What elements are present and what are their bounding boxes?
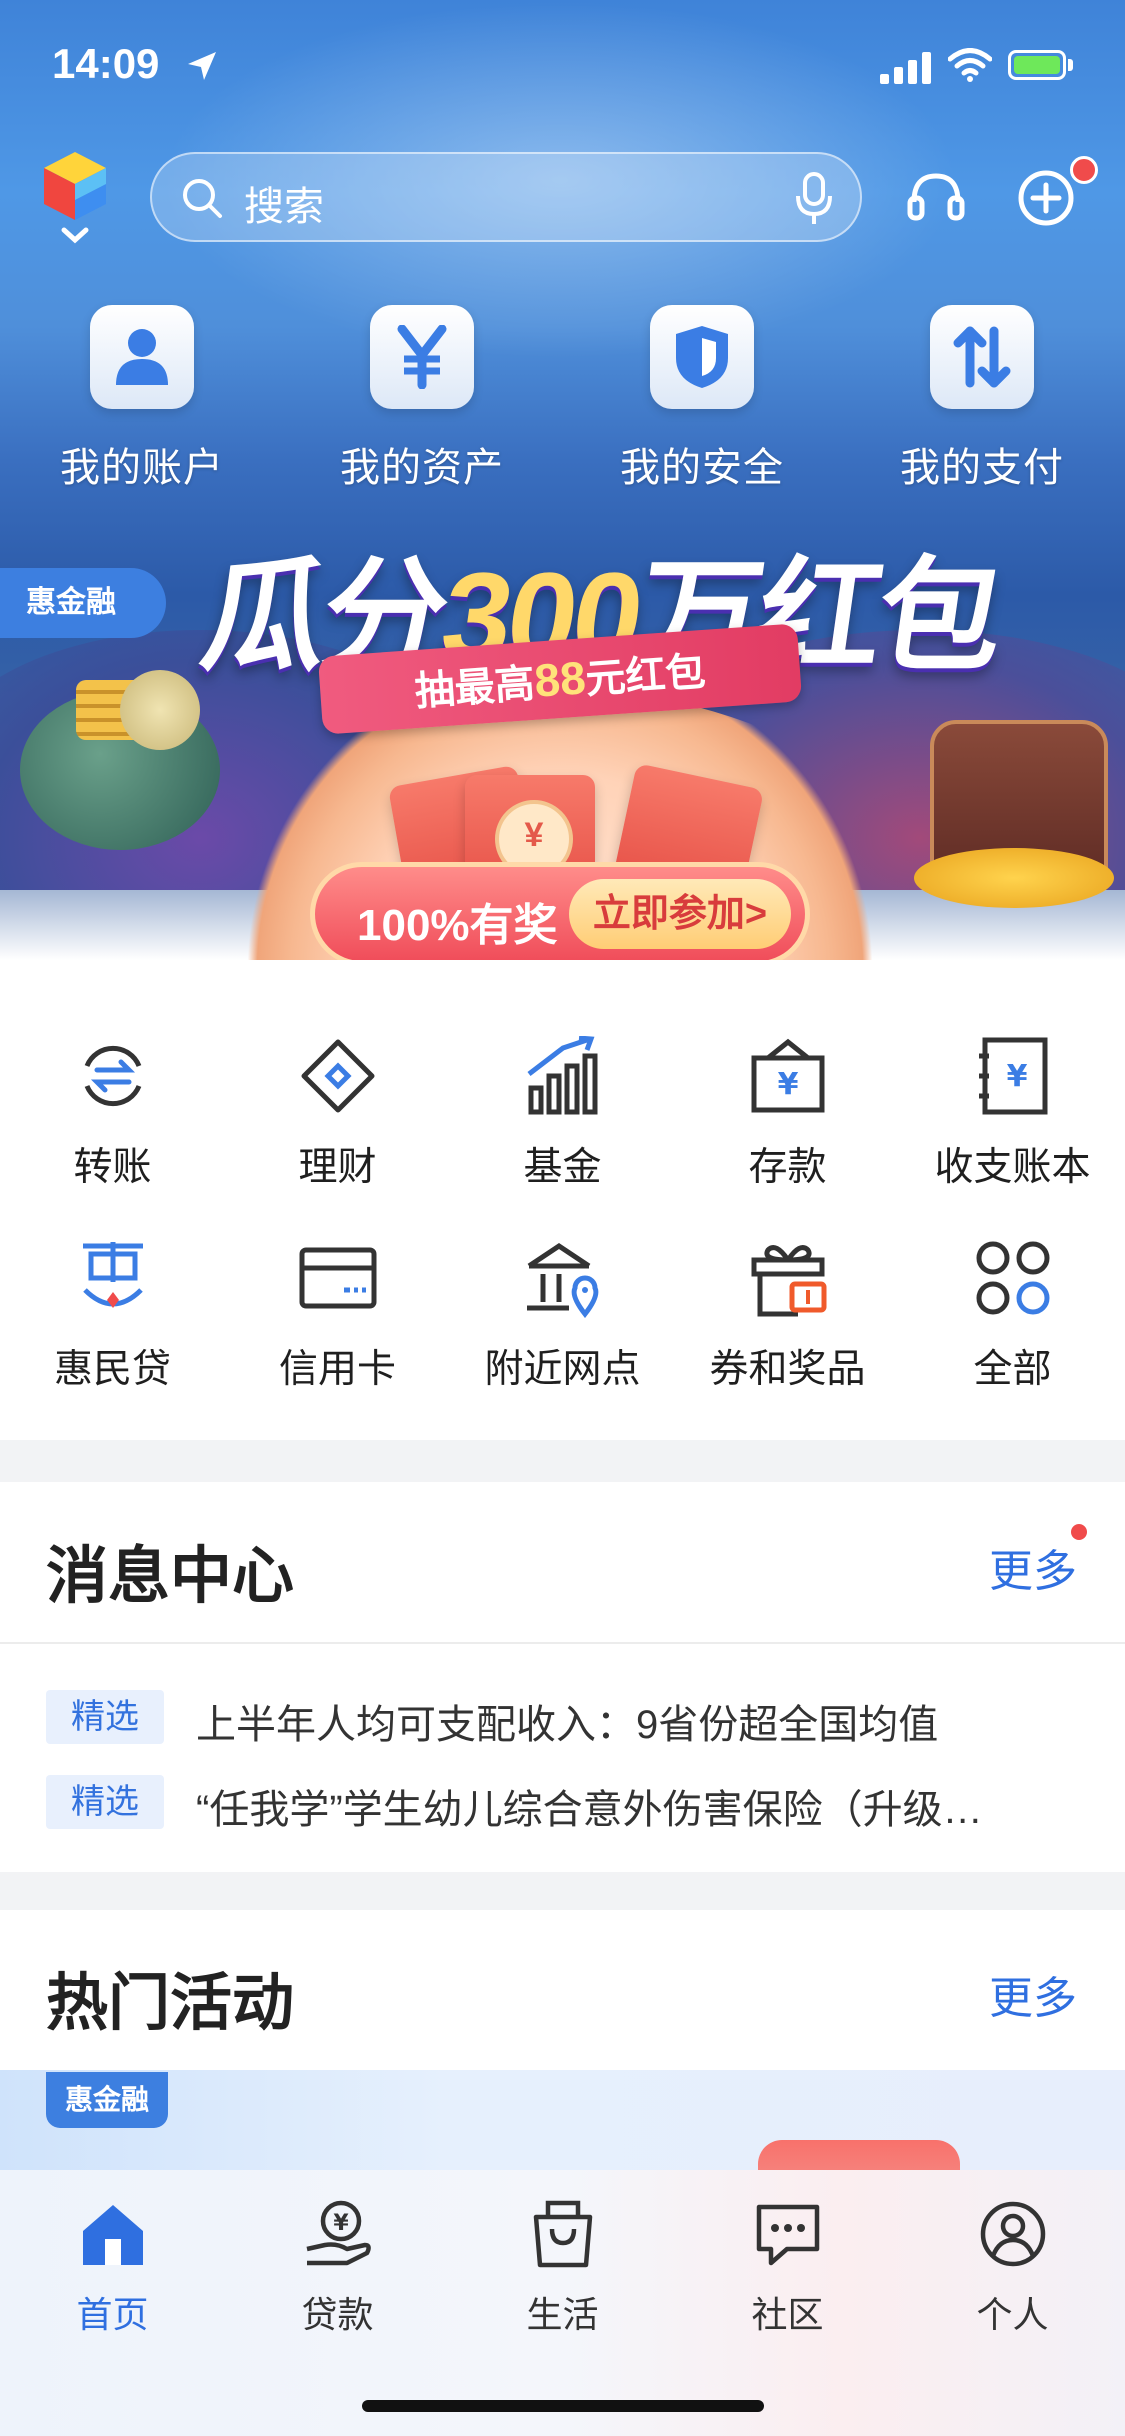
- activities-more-link[interactable]: 更多: [989, 1962, 1077, 2026]
- hot-activities-title: 热门活动: [46, 1969, 295, 2038]
- battery-tip: [1068, 59, 1073, 71]
- status-bar: 14:09: [0, 0, 1125, 140]
- fn-wealth[interactable]: 理财: [225, 1030, 450, 1192]
- svg-text:¥: ¥: [1006, 1059, 1027, 1094]
- message-text: 上半年人均可支配收入：9省份超全国均值: [196, 1703, 939, 1747]
- featured-tag: 精选: [46, 1690, 164, 1744]
- fn-coupons-prizes[interactable]: 券和奖品: [675, 1232, 900, 1394]
- customer-service-headset-icon[interactable]: [906, 168, 966, 228]
- svg-text:¥: ¥: [333, 2211, 349, 2236]
- ledger-icon: ¥: [900, 1030, 1125, 1116]
- coin-illustration: [120, 670, 200, 750]
- quick-label: 我的账户: [60, 446, 224, 490]
- ribbon-text-a: 抽最高: [413, 661, 537, 715]
- treasure-chest-illustration: [914, 720, 1114, 908]
- tab-label: 个人: [976, 2294, 1049, 2335]
- app-logo-icon[interactable]: [40, 150, 110, 250]
- search-bar[interactable]: 搜索: [150, 152, 862, 242]
- fn-label: 全部: [973, 1348, 1052, 1391]
- message-more-link[interactable]: 更多: [989, 1535, 1077, 1599]
- activity-brand-tag: 惠金融: [46, 2072, 168, 2128]
- search-icon: [183, 179, 222, 218]
- prize-text: 100%有奖: [357, 901, 558, 950]
- fn-all[interactable]: 全部: [900, 1232, 1125, 1394]
- gift-icon: [675, 1232, 900, 1318]
- quick-label: 我的支付: [900, 446, 1064, 490]
- tab-label: 社区: [751, 2294, 824, 2335]
- tab-label: 生活: [526, 2294, 599, 2335]
- tab-community[interactable]: 社区: [675, 2196, 900, 2338]
- fn-label: 基金: [523, 1146, 602, 1189]
- divider: [0, 1642, 1125, 1644]
- message-item[interactable]: 精选 “任我学”学生幼儿综合意外伤害保险（升级…: [46, 1775, 1086, 1832]
- fn-label: 惠民贷: [53, 1348, 171, 1391]
- tab-life[interactable]: 生活: [450, 2196, 675, 2338]
- wifi-icon: [948, 48, 992, 82]
- tab-label: 贷款: [301, 2294, 374, 2335]
- clock: 14:09: [52, 40, 160, 87]
- message-center-title: 消息中心: [46, 1542, 295, 1611]
- bank-location-icon: [450, 1232, 675, 1318]
- quick-label: 我的安全: [620, 446, 784, 490]
- fn-label: 收支账本: [934, 1146, 1091, 1189]
- transfer-arrows-icon: [930, 305, 1034, 409]
- fn-deposit[interactable]: ¥ 存款: [675, 1030, 900, 1192]
- join-now-button[interactable]: 立即参加>: [569, 879, 791, 949]
- fn-label: 券和奖品: [709, 1348, 866, 1391]
- message-item[interactable]: 精选 上半年人均可支配收入：9省份超全国均值: [46, 1690, 1086, 1747]
- search-placeholder: 搜索: [244, 185, 324, 229]
- fn-label: 附近网点: [484, 1348, 641, 1391]
- ribbon-number: 88: [532, 651, 588, 707]
- home-indicator[interactable]: [362, 2400, 764, 2412]
- fn-label: 转账: [73, 1146, 152, 1189]
- prize-pill[interactable]: 100%有奖 立即参加>: [310, 862, 810, 966]
- person-icon: [90, 305, 194, 409]
- battery-icon: [1008, 50, 1066, 80]
- fn-transfer[interactable]: 转账: [0, 1030, 225, 1192]
- loan-icon: ¥: [225, 2196, 450, 2272]
- ribbon-text-b: 元红包: [584, 649, 707, 703]
- chat-icon: [675, 2196, 900, 2272]
- fn-fund[interactable]: 基金: [450, 1030, 675, 1192]
- tab-profile[interactable]: 个人: [900, 2196, 1125, 2338]
- diamond-icon: [225, 1030, 450, 1116]
- bar-chart-icon: [450, 1030, 675, 1116]
- grid-icon: [900, 1232, 1125, 1318]
- shopping-bag-icon: [450, 2196, 675, 2272]
- quick-my-payment[interactable]: 我的支付: [862, 305, 1102, 493]
- quick-my-assets[interactable]: 我的资产: [302, 305, 542, 493]
- message-unread-dot: [1071, 1524, 1087, 1540]
- tab-label: 首页: [76, 2294, 149, 2335]
- fn-huimin-loan[interactable]: 惠民贷: [0, 1232, 225, 1394]
- banner-brand-tag: 惠金融: [0, 568, 166, 638]
- quick-my-security[interactable]: 我的安全: [582, 305, 822, 493]
- signal-icon: [880, 52, 931, 84]
- notification-dot: [1070, 156, 1098, 184]
- featured-tag: 精选: [46, 1775, 164, 1829]
- home-icon: [0, 2196, 225, 2272]
- fn-nearby-branch[interactable]: 附近网点: [450, 1232, 675, 1394]
- message-text: “任我学”学生幼儿综合意外伤害保险（升级…: [196, 1788, 983, 1832]
- credit-card-icon: [225, 1232, 450, 1318]
- fn-label: 信用卡: [278, 1348, 396, 1391]
- fn-ledger[interactable]: ¥ 收支账本: [900, 1030, 1125, 1192]
- svg-text:¥: ¥: [777, 1067, 798, 1102]
- yen-icon: [370, 305, 474, 409]
- tab-loan[interactable]: ¥ 贷款: [225, 2196, 450, 2338]
- location-arrow-icon: [188, 52, 216, 80]
- fn-credit-card[interactable]: 信用卡: [225, 1232, 450, 1394]
- huimin-loan-icon: [0, 1232, 225, 1318]
- deposit-box-icon: ¥: [675, 1030, 900, 1116]
- transfer-icon: [0, 1030, 225, 1116]
- tab-home[interactable]: 首页: [0, 2196, 225, 2338]
- profile-icon: [900, 2196, 1125, 2272]
- quick-label: 我的资产: [340, 446, 504, 490]
- fn-label: 存款: [748, 1146, 827, 1189]
- add-plus-icon[interactable]: [1016, 168, 1076, 228]
- shield-icon: [650, 305, 754, 409]
- quick-my-account[interactable]: 我的账户: [22, 305, 262, 493]
- fn-label: 理财: [298, 1146, 377, 1189]
- microphone-icon[interactable]: [794, 172, 834, 226]
